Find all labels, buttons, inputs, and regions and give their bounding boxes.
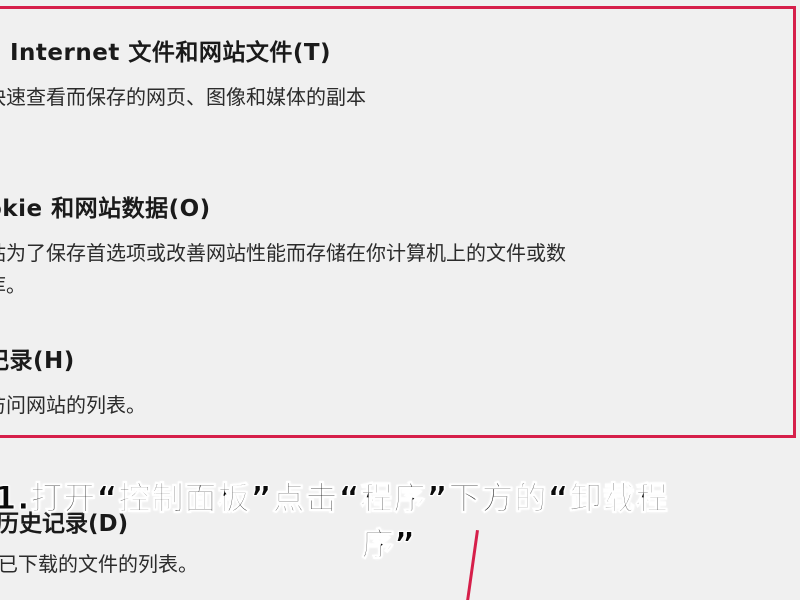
option-description: 站为了保存首选项或改善网站性能而存储在你计算机上的文件或数 [0, 241, 566, 265]
screenshot-canvas: Internet 文件和网站文件(T) 快速查看而保存的网页、图像和媒体的副本 … [0, 0, 800, 600]
option-title: okie 和网站数据(O) [0, 196, 211, 222]
option-internet-files[interactable]: Internet 文件和网站文件(T) 快速查看而保存的网页、图像和媒体的副本 [0, 38, 366, 112]
option-description: 访问网站的列表。 [0, 393, 146, 417]
option-history[interactable]: 记录(H) 访问网站的列表。 [0, 346, 146, 420]
option-description-continued: 库。 [0, 273, 26, 297]
option-title: 记录(H) [0, 348, 75, 374]
option-download-history-description: 已下载的文件的列表。 [0, 552, 198, 576]
annotation-pointer-line [465, 530, 479, 600]
option-title: Internet 文件和网站文件(T) [10, 40, 332, 66]
option-cookies[interactable]: okie 和网站数据(O) 站为了保存首选项或改善网站性能而存储在你计算机上的文… [0, 194, 566, 300]
option-description: 快速查看而保存的网页、图像和媒体的副本 [0, 85, 366, 109]
caption-line-2: 序” [361, 525, 416, 564]
caption-line-1: 1.打开“控制面板”点击“程序”下方的“卸载程 [0, 479, 669, 518]
